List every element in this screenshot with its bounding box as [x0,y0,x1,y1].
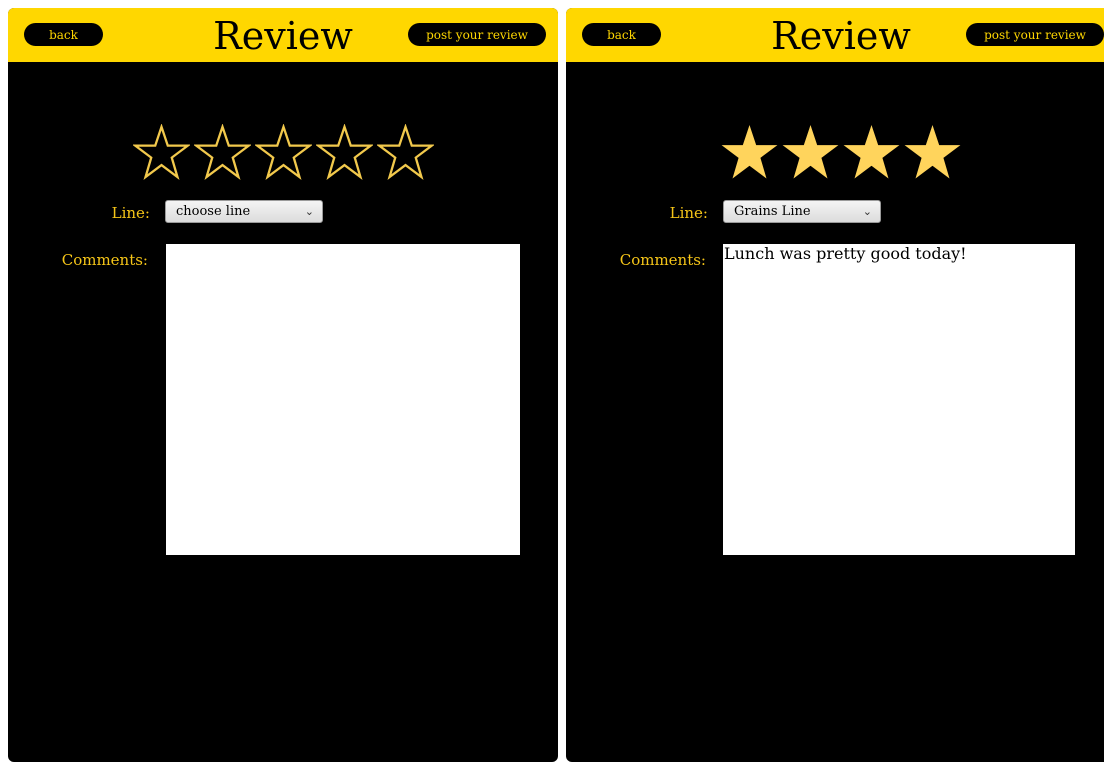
back-button[interactable]: back [24,23,103,46]
review-screen-empty: back Review post your review Line: choos… [8,8,558,762]
star-icon[interactable] [904,124,961,181]
star-rating [8,124,558,181]
comments-label: Comments: [619,251,706,269]
star-icon[interactable] [376,124,434,181]
line-label: Line: [669,204,708,222]
star-rating [566,124,1104,181]
star-icon[interactable] [254,124,312,181]
star-icon[interactable] [843,124,900,181]
review-screen-filled: back Review post your review Line: Grain… [566,8,1104,762]
line-label: Line: [111,204,150,222]
star-icon[interactable] [315,124,373,181]
line-select-value: Grains Line [734,204,811,219]
back-button[interactable]: back [582,23,661,46]
header-bar: back Review post your review [8,8,558,62]
star-icon[interactable] [193,124,251,181]
comments-field[interactable] [166,244,520,555]
line-select[interactable]: Grains Line ⌄ [723,200,881,223]
line-select-value: choose line [176,204,251,219]
star-icon[interactable] [132,124,190,181]
header-bar: back Review post your review [566,8,1104,62]
star-icon[interactable] [721,124,778,181]
comments-field[interactable]: Lunch was pretty good today! [723,244,1075,555]
post-review-button[interactable]: post your review [966,23,1104,46]
comments-label: Comments: [61,251,148,269]
post-review-button[interactable]: post your review [408,23,546,46]
star-icon[interactable] [782,124,839,181]
chevron-down-icon: ⌄ [304,205,314,218]
chevron-down-icon: ⌄ [862,205,872,218]
line-select[interactable]: choose line ⌄ [165,200,323,223]
